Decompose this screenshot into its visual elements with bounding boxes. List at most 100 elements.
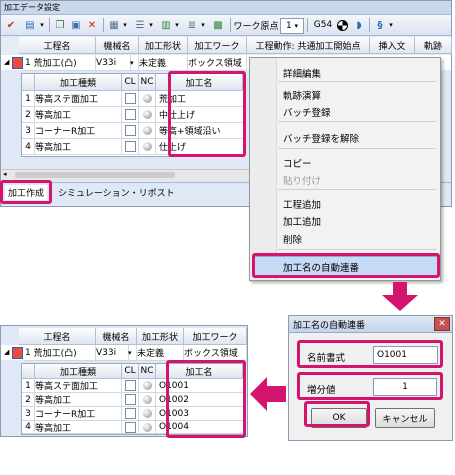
toggle-icon[interactable]: ◗ — [353, 18, 365, 32]
menu-item-add-process[interactable]: 工程追加 — [283, 197, 321, 211]
cancel-button[interactable]: キャンセル — [375, 408, 435, 428]
row-index: 4 — [22, 421, 35, 434]
dropdown-arrow-icon[interactable]: ▾ — [387, 18, 395, 32]
dropdown-arrow-icon[interactable]: ▾ — [121, 18, 129, 32]
chevron-down-icon[interactable]: ▾ — [128, 345, 137, 361]
cl-checkbox[interactable] — [124, 394, 136, 405]
check-icon[interactable]: ✔ — [4, 18, 18, 32]
cl-checkbox[interactable] — [124, 141, 136, 152]
process-machine: V33i — [96, 55, 131, 71]
dropdown-arrow-icon[interactable]: ▾ — [173, 18, 181, 32]
new-process-icon[interactable]: ▤ — [23, 18, 37, 32]
toolbar: ✔ ▤ ▾ ❐ ▣ ✕ ▦ ▾ ☰ ▾ ▥ ▾ ≣ ▾ ▩ ワーク原点 1 ▾ … — [1, 15, 451, 36]
cl-checkbox[interactable] — [124, 93, 136, 104]
scroll-left-icon[interactable]: ◂ — [3, 170, 7, 178]
col-header[interactable]: 加工ワーク — [184, 328, 247, 345]
col-header[interactable]: 軌跡 — [415, 37, 452, 54]
col-header[interactable]: 機械名 — [96, 37, 139, 54]
delete-icon[interactable]: ✕ — [85, 18, 99, 32]
menu-item-delete[interactable]: 削除 — [283, 232, 302, 246]
sub-col-header[interactable]: 加工種類 — [35, 74, 122, 91]
result-process-row[interactable]: ◢ 1 荒加工(凸) V33i ▾ 未定義 ボックス領域 — [1, 345, 247, 361]
row-type[interactable]: コーナーR加工 — [35, 123, 122, 139]
highlight-box — [166, 360, 246, 438]
col-header[interactable]: 機械名 — [96, 328, 137, 345]
corner-header — [22, 74, 35, 91]
menu-gutter — [250, 58, 277, 280]
close-icon[interactable]: ✕ — [434, 317, 450, 331]
layer-icon[interactable]: ▥ — [159, 18, 173, 32]
arrow-down-icon — [382, 282, 418, 311]
col-header[interactable]: 挿入文 — [370, 37, 415, 54]
tab-simulation[interactable]: シミュレーション・リポスト — [55, 185, 178, 200]
highlight-box — [252, 253, 440, 278]
expand-icon[interactable]: ◢ — [4, 348, 9, 356]
menu-item-batch-unregister[interactable]: バッチ登録を解除 — [283, 131, 359, 145]
process-name: 荒加工(凸) — [33, 59, 77, 69]
dropdown-arrow-icon[interactable]: ▾ — [147, 18, 155, 32]
col-header[interactable]: 工程名 — [19, 37, 96, 54]
expand-icon[interactable]: ◢ — [4, 58, 9, 66]
cl-checkbox[interactable] — [124, 408, 136, 419]
cl-checkbox[interactable] — [124, 380, 136, 391]
window-title: 加工データ設定 — [4, 3, 60, 12]
nc-status-icon — [142, 94, 152, 103]
col-header[interactable]: 工程動作: 共通加工開始点 — [247, 37, 370, 54]
copy-icon[interactable]: ❐ — [53, 18, 67, 32]
row-type[interactable]: 等高ステ面加工 — [35, 379, 122, 393]
nc-status-icon — [142, 110, 152, 119]
cl-checkbox[interactable] — [124, 421, 136, 433]
col-header[interactable]: 加工形状 — [137, 328, 184, 345]
arrow-left-icon — [250, 377, 286, 411]
nc-status-icon — [142, 126, 152, 135]
sub-col-header[interactable]: CL — [122, 74, 139, 91]
col-header[interactable]: 加工ワーク — [188, 37, 247, 54]
nc-status-icon — [142, 409, 152, 418]
highlight-box — [304, 401, 370, 427]
chevron-down-icon: ▾ — [294, 22, 299, 30]
path-s-icon[interactable]: § — [373, 18, 387, 32]
dialog-title: 加工名の自動連番 — [293, 321, 366, 331]
work-origin-select[interactable]: 1 ▾ — [280, 18, 304, 34]
table-icon[interactable]: ▦ — [107, 18, 121, 32]
grid-icon[interactable]: ▩ — [211, 18, 225, 32]
sub-col-header[interactable]: 加工種類 — [35, 364, 122, 379]
col-header[interactable]: 加工形状 — [139, 37, 188, 54]
origin-target-icon[interactable] — [336, 18, 348, 32]
row-type[interactable]: 等高加工 — [35, 421, 122, 434]
process-machine: V33i — [96, 345, 129, 361]
main-grid-header: 工程名 機械名 加工形状 加工ワーク 工程動作: 共通加工開始点 挿入文 軌跡 — [1, 37, 452, 54]
menu-item-batch-register[interactable]: バッチ登録 — [283, 105, 331, 119]
row-type[interactable]: 等高加工 — [35, 107, 122, 123]
row-type[interactable]: 等高ステ面加工 — [35, 91, 122, 107]
menu-item-add-machining[interactable]: 加工追加 — [283, 214, 321, 228]
menu-item-detail-edit[interactable]: 詳細編集 — [283, 66, 321, 80]
scrollbar-thumb[interactable] — [15, 172, 175, 178]
horizontal-scrollbar[interactable]: ◂ — [1, 169, 251, 180]
paste-icon[interactable]: ▣ — [69, 18, 83, 32]
chevron-down-icon[interactable]: ▾ — [130, 55, 139, 71]
sub-col-header[interactable]: NC — [139, 74, 156, 91]
process-work: ボックス領域 — [184, 345, 247, 361]
sub-col-header[interactable]: NC — [139, 364, 156, 379]
work-origin-value: 1 — [285, 21, 292, 31]
row-index: 4 — [22, 139, 35, 155]
row-type[interactable]: コーナーR加工 — [35, 407, 122, 421]
dropdown-arrow-icon[interactable]: ▾ — [38, 18, 46, 32]
work-origin-label: ワーク原点 — [233, 21, 279, 32]
col-header[interactable]: 工程名 — [19, 328, 96, 345]
row-type[interactable]: 等高加工 — [35, 393, 122, 407]
cl-checkbox[interactable] — [124, 109, 136, 120]
corner-header — [22, 364, 35, 379]
sub-col-header[interactable]: CL — [122, 364, 139, 379]
dropdown-arrow-icon[interactable]: ▾ — [199, 18, 207, 32]
row-type[interactable]: 等高加工 — [35, 139, 122, 155]
nc-status-icon — [142, 381, 152, 390]
menu-item-copy[interactable]: コピー — [283, 156, 312, 170]
cl-checkbox[interactable] — [124, 125, 136, 136]
list-icon[interactable]: ☰ — [133, 18, 147, 32]
process-icon — [12, 57, 23, 69]
menu-item-path-calc[interactable]: 軌跡演算 — [283, 88, 321, 102]
stack-icon[interactable]: ≣ — [185, 18, 199, 32]
process-work: ボックス領域 — [188, 55, 247, 71]
